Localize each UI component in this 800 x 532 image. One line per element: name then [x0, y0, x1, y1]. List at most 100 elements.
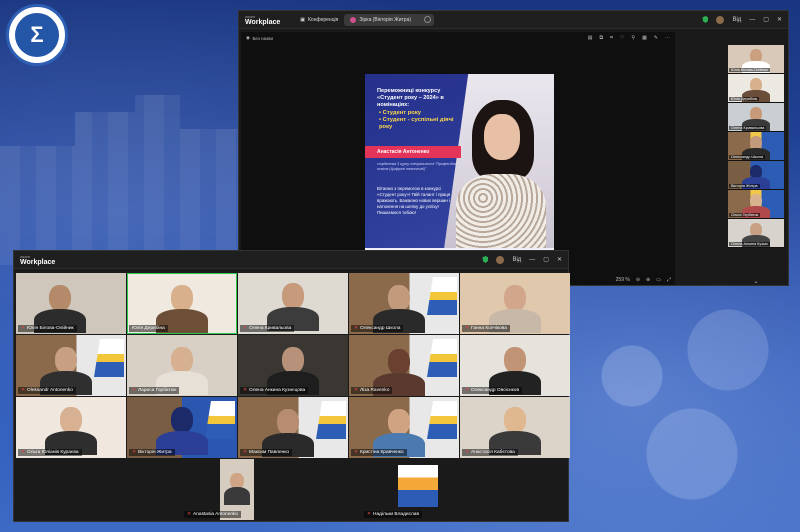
participant-name: ✕ Олександр Школа	[351, 325, 404, 332]
tab-conference[interactable]: ▣ Конференція	[294, 14, 344, 26]
participant-tile[interactable]: ✕ Ольга Юліанів Кураєва	[16, 397, 126, 458]
mic-muted-icon: ✕	[465, 450, 470, 455]
tab-conference-label: Конференція	[308, 16, 339, 23]
copy-icon[interactable]: ⧉	[600, 35, 604, 41]
mic-muted-icon: ✕	[367, 512, 372, 517]
participant-tile[interactable]: ✕ Лариса Горбатюк	[127, 335, 237, 396]
participant-tile[interactable]: ✕ Oleksandr Antonenko	[16, 335, 126, 396]
poster-nominations: Студент року Студент - суспільні діячі р…	[379, 110, 463, 131]
participant-name: Олена Анкина Кузьм	[729, 242, 770, 246]
edit-icon[interactable]: ✎	[654, 35, 658, 41]
participant-tile[interactable]: ✕ Олександр Школа	[349, 273, 459, 334]
gallery-icon[interactable]: ▦	[642, 35, 647, 41]
close-window-icon[interactable]: ✕	[777, 16, 782, 23]
mic-muted-icon: ✕	[132, 450, 137, 455]
participant-tile[interactable]: ✕ Вікторія Житра	[127, 397, 237, 458]
window-titlebar: zoom Workplace ▣ Конференція Зірка (Вікт…	[239, 11, 788, 29]
participant-tile[interactable]: ✕ Anastasia Antonenko	[182, 459, 292, 520]
heart-icon[interactable]: ♡	[620, 35, 624, 41]
participant-name: ✕ Анастасія Кабєтова	[462, 449, 518, 456]
participant-tile[interactable]: ✕ Максим Павленко	[238, 397, 348, 458]
mic-muted-icon: ✕	[21, 450, 26, 455]
profile-label[interactable]: Від	[732, 17, 741, 23]
mic-muted-icon: ✕	[21, 326, 26, 331]
participant-name: ✕ Олександр Овсієнков	[462, 387, 522, 394]
minimize-icon[interactable]: —	[529, 257, 535, 263]
sidebar-participant[interactable]: Олена Кривальова	[728, 103, 784, 132]
participant-name: Юлія Білова-Олійник	[729, 68, 770, 72]
fullscreen-icon[interactable]: ⤢	[667, 277, 671, 283]
sidebar-participant[interactable]: Юлія Білова-Олійник	[728, 45, 784, 74]
brand-big: Workplace	[20, 258, 56, 266]
sidebar-participant[interactable]: Юлія Дерибіна	[728, 74, 784, 103]
zoom-share-window: zoom Workplace ▣ Конференція Зірка (Вікт…	[238, 10, 789, 286]
participant-name: ✕ Кристіна Кравченко	[351, 449, 407, 456]
window-controls: Від — ▢ ✕	[482, 255, 562, 264]
sigma-emblem-icon: Σ	[15, 13, 59, 57]
participant-name: ✕ Ольга Юліанів Кураєва	[18, 449, 82, 456]
participant-tile[interactable]: ✕ Олена Кривальова	[238, 273, 348, 334]
pin-icon[interactable]: ⚲	[631, 35, 635, 41]
scroll-down-icon[interactable]: ⌄	[753, 278, 758, 285]
zoom-brand: zoom Workplace	[245, 14, 280, 26]
maximize-icon[interactable]: ▢	[543, 256, 549, 263]
poster-title: Переможниці конкурсу «Студент року – 202…	[377, 88, 444, 108]
participant-tile[interactable]: ✕ Кристіна Кравченко	[349, 397, 459, 458]
zoom-in-icon[interactable]: ⊕	[646, 277, 650, 283]
zoom-out-icon[interactable]: ⊖	[636, 277, 640, 283]
more-icon[interactable]: ⋯	[665, 35, 670, 41]
mic-muted-icon: ✕	[465, 388, 470, 393]
fit-icon[interactable]: ▭	[656, 277, 661, 283]
user-avatar[interactable]	[496, 255, 505, 264]
sidebar-icon[interactable]: ▤	[588, 35, 593, 41]
share-avatar-icon	[350, 16, 357, 23]
participant-tile[interactable]: ✕ Ганна Колчікова	[460, 273, 570, 334]
participant-name: ✕ Anastasia Antonenko	[184, 511, 242, 518]
university-logo: Σ	[6, 4, 68, 66]
university-banner	[316, 401, 346, 439]
crop-icon[interactable]: ⌗	[610, 35, 613, 41]
user-avatar[interactable]	[716, 15, 725, 24]
participant-name: Олена Кривальова	[729, 126, 767, 130]
mic-muted-icon: ✕	[243, 326, 248, 331]
participant-sidebar: Юлія Білова-Олійник Юлія Дерибіна Олена …	[728, 45, 784, 285]
participant-tile[interactable]: ✕ Анастасія Кабєтова	[460, 397, 570, 458]
zoom-level[interactable]: 259 %	[616, 277, 630, 283]
maximize-icon[interactable]: ▢	[763, 16, 769, 23]
security-shield-icon[interactable]	[482, 256, 489, 263]
participant-tile[interactable]: Юлія Дерибіна	[127, 273, 237, 334]
minimize-icon[interactable]: —	[749, 17, 755, 23]
participant-tile[interactable]: ✕ Олена Анкина Кузнєцова	[238, 335, 348, 396]
share-bottom-controls: 259 % ⊖ ⊕ ▭ ⤢	[616, 277, 671, 283]
close-tab-icon[interactable]	[424, 16, 432, 23]
sidebar-participant[interactable]: Олександр Школа	[728, 132, 784, 161]
university-banner	[205, 401, 235, 439]
background-trees	[560, 272, 800, 532]
poster-portrait-dress	[456, 174, 546, 254]
participant-tile[interactable]: ✕ Ліза Ravenko	[349, 335, 459, 396]
video-gallery: ✕ Юлія Білова-Олійник Юлія Дерибіна ✕ Олен…	[16, 273, 570, 458]
share-toolbar: ◉ Без назви ▤ ⧉ ⌗ ♡ ⚲ ▦ ✎ ⋯	[241, 32, 675, 44]
profile-label[interactable]: Від	[512, 257, 521, 263]
participant-name: Юлія Дерибіна	[729, 97, 759, 101]
tab-screen-share[interactable]: Зірка (Вікторія Житра)	[344, 13, 435, 26]
poster-nomination-1: Студент року	[379, 110, 463, 117]
sidebar-participant[interactable]: Олена Анкина Кузьм	[728, 219, 784, 248]
participant-name: ✕ Максим Павленко	[240, 449, 293, 456]
poster-congratulation-text: Вітаємо з перемогою в конкурсі «Студент …	[377, 186, 451, 215]
participant-tile[interactable]: ✕ Надільки Владислав	[362, 459, 472, 520]
tab-share-label: Зірка (Вікторія Житра)	[359, 16, 412, 23]
sidebar-participant[interactable]: Ольга Гербяток	[728, 190, 784, 219]
mic-muted-icon: ✕	[243, 388, 248, 393]
brand-big: Workplace	[245, 18, 281, 26]
participant-tile[interactable]: ✕ Олександр Овсієнков	[460, 335, 570, 396]
poster-winner-name: Анастасія Антоненко	[365, 146, 461, 158]
close-window-icon[interactable]: ✕	[557, 256, 562, 263]
mic-muted-icon: ✕	[354, 450, 359, 455]
security-shield-icon[interactable]	[702, 16, 709, 23]
sidebar-participant[interactable]: Вікторія Житра	[728, 161, 784, 190]
participant-avatar-image	[398, 465, 438, 507]
poster-portrait-face	[484, 114, 520, 160]
participant-tile[interactable]: ✕ Юлія Білова-Олійник	[16, 273, 126, 334]
camera-icon: ▣	[300, 16, 306, 23]
